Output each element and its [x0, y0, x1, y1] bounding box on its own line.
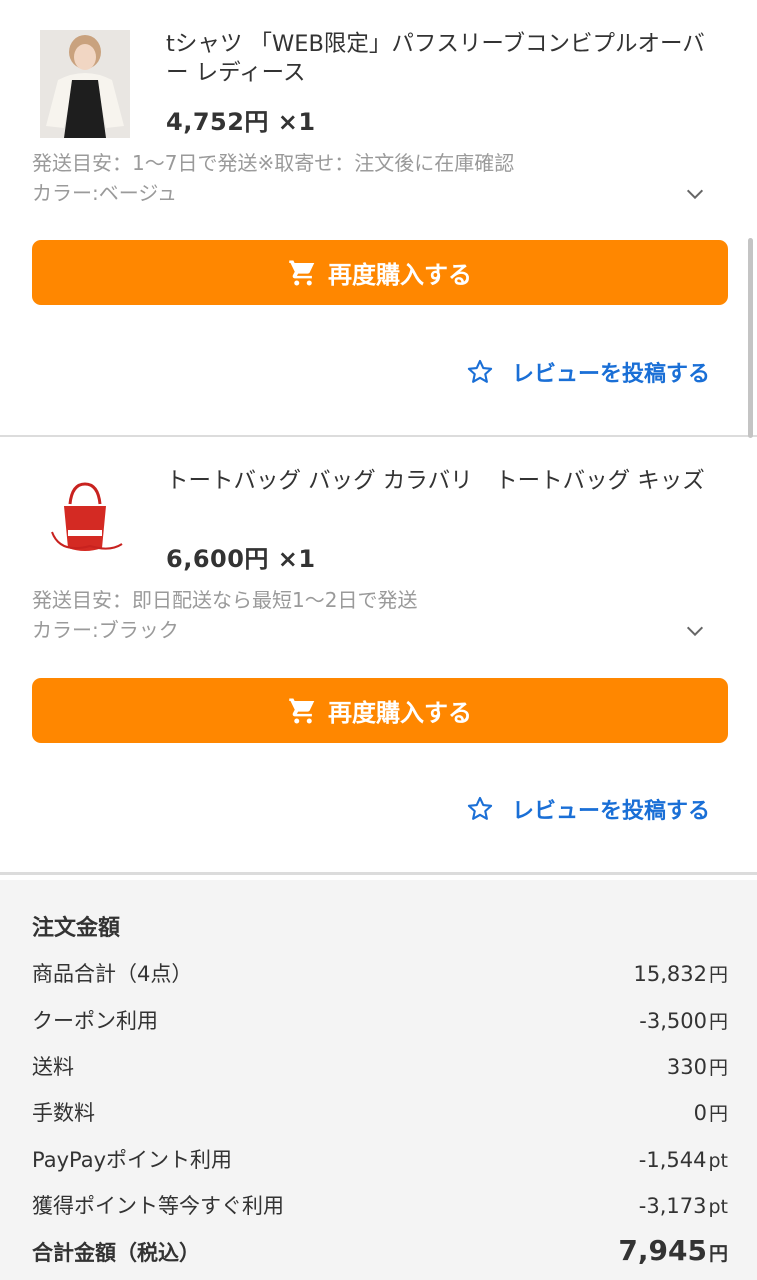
total-unit: 円: [708, 1243, 728, 1265]
row-value: 15,832: [633, 962, 707, 986]
row-label: クーポン利用: [32, 1009, 158, 1033]
write-review-link[interactable]: レビューを投稿する: [466, 793, 710, 825]
summary-row-subtotal: 商品合計（4点） 15,832 円: [32, 958, 728, 988]
shipping-estimate: 発送目安：即日配送なら最短1〜2日で発送: [32, 588, 418, 612]
summary-row-paypay-points: PayPayポイント利用 -1,544 pt: [32, 1144, 728, 1174]
rebuy-button[interactable]: 再度購入する: [32, 678, 728, 743]
section-divider: [0, 872, 757, 875]
total-value: 7,945: [618, 1234, 707, 1267]
write-review-link[interactable]: レビューを投稿する: [466, 356, 710, 388]
summary-row-shipping: 送料 330 円: [32, 1051, 728, 1081]
row-value: -3,173: [638, 1194, 707, 1218]
row-value: 0: [693, 1101, 707, 1125]
product-color: カラー:ベージュ: [32, 181, 177, 205]
cart-icon: [289, 260, 315, 285]
product-title[interactable]: tシャツ 「WEB限定」パフスリーブコンビプルオーバー レディース: [166, 30, 726, 88]
row-unit: 円: [708, 1103, 728, 1125]
summary-row-earned-points: 獲得ポイント等今すぐ利用 -3,173 pt: [32, 1190, 728, 1220]
rebuy-label: 再度購入する: [328, 699, 472, 727]
cart-icon: [289, 698, 315, 723]
product-image-bag[interactable]: [40, 470, 130, 578]
product-color: カラー:ブラック: [32, 618, 179, 642]
row-value: 330: [666, 1055, 707, 1079]
chevron-down-icon[interactable]: [684, 620, 706, 642]
row-value: -3,500: [639, 1009, 707, 1033]
scrollbar[interactable]: [748, 238, 753, 438]
row-unit: 円: [708, 1011, 728, 1033]
row-unit: pt: [708, 1196, 728, 1218]
row-unit: 円: [708, 1057, 728, 1079]
row-label: 手数料: [32, 1101, 95, 1125]
shipping-estimate: 発送目安：1〜7日で発送※取寄せ：注文後に在庫確認: [32, 151, 515, 175]
review-label: レビューを投稿する: [511, 362, 710, 387]
row-label: 送料: [32, 1055, 74, 1079]
row-label: 獲得ポイント等今すぐ利用: [32, 1194, 284, 1218]
chevron-down-icon[interactable]: [684, 183, 706, 205]
row-label: PayPayポイント利用: [32, 1148, 233, 1172]
summary-row-coupon: クーポン利用 -3,500 円: [32, 1005, 728, 1035]
row-value: -1,544: [638, 1148, 707, 1172]
product-image-blouse[interactable]: [40, 30, 130, 138]
product-title[interactable]: トートバッグ バッグ カラバリ トートバッグ キッズ: [166, 467, 726, 496]
rebuy-label: 再度購入する: [328, 261, 472, 289]
summary-row-total: 合計金額（税込） 7,945 円: [32, 1234, 728, 1267]
summary-row-fee: 手数料 0円: [32, 1097, 728, 1127]
star-outline-icon: [467, 359, 493, 383]
total-label: 合計金額（税込）: [32, 1241, 200, 1265]
rebuy-button[interactable]: 再度購入する: [32, 240, 728, 305]
review-label: レビューを投稿する: [511, 799, 710, 824]
row-label: 商品合計（4点）: [32, 962, 193, 986]
summary-heading: 注文金額: [32, 916, 121, 941]
star-outline-icon: [467, 796, 493, 820]
item-divider: [0, 435, 757, 437]
row-unit: 円: [708, 964, 728, 986]
row-unit: pt: [708, 1150, 728, 1172]
product-price: 6,600円 ×1: [166, 545, 316, 573]
product-price: 4,752円 ×1: [166, 108, 316, 136]
